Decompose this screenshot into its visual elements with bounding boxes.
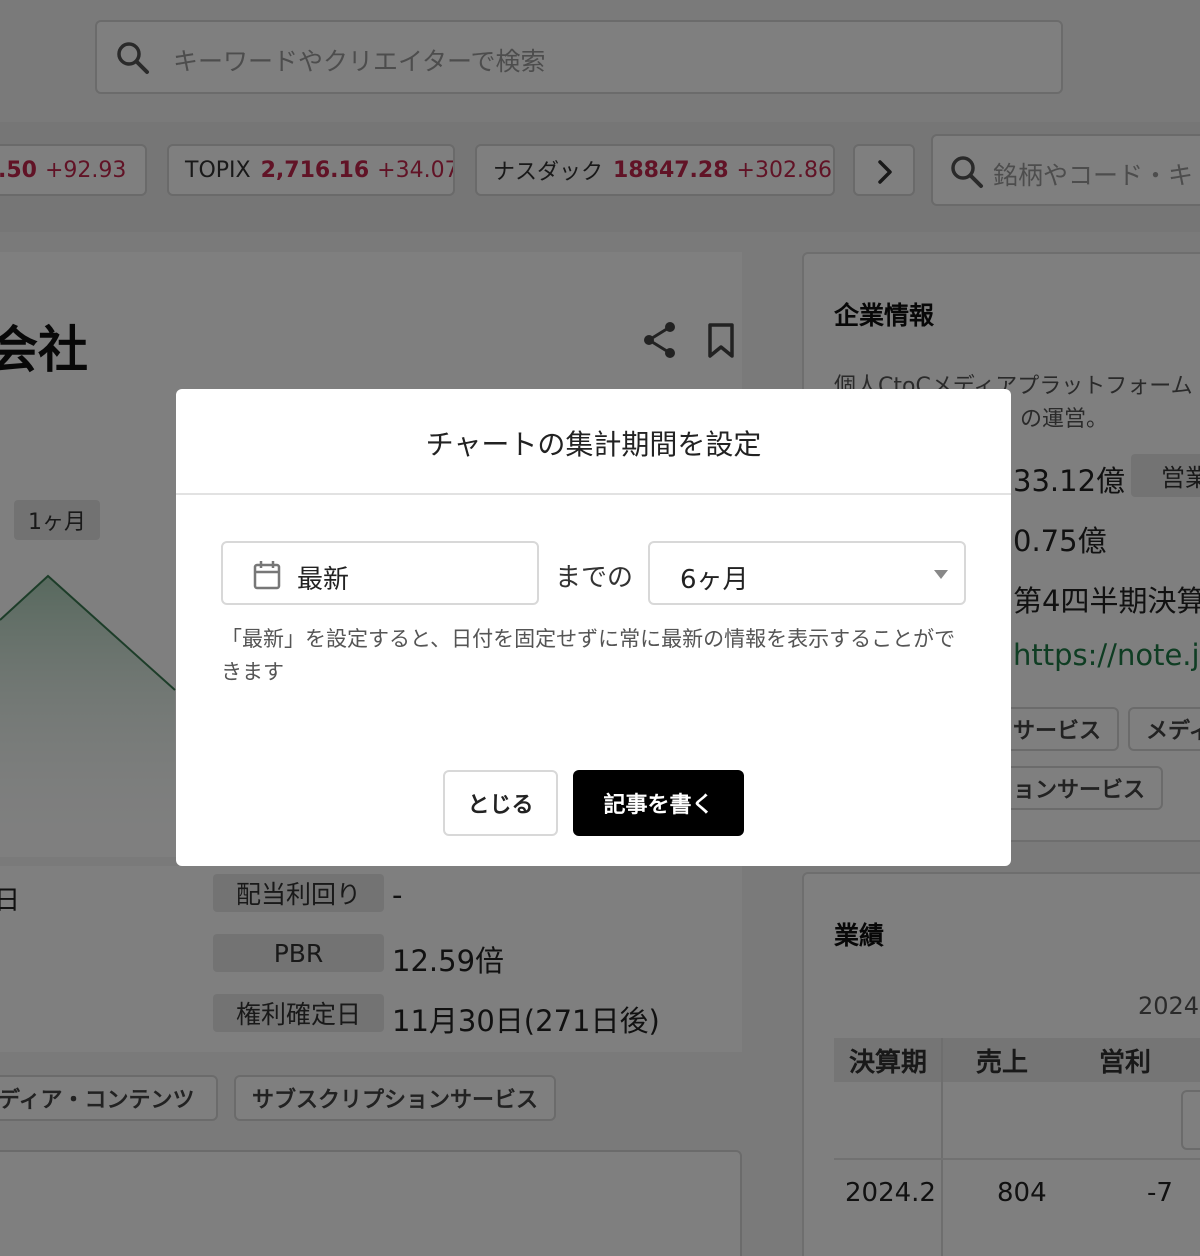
- period-value: 6ヶ月: [680, 565, 749, 595]
- date-picker[interactable]: 最新: [221, 541, 539, 605]
- date-value: 最新: [297, 565, 350, 595]
- calendar-icon: [253, 561, 281, 590]
- close-button[interactable]: とじる: [443, 770, 558, 836]
- until-label: までの: [555, 563, 634, 593]
- write-article-button[interactable]: 記事を書く: [573, 770, 744, 836]
- help-text: 「最新」を設定すると、日付を固定せずに常に最新の情報を表示することができます: [221, 627, 956, 684]
- caret-down-icon: [934, 570, 948, 579]
- period-select[interactable]: 6ヶ月: [648, 541, 966, 605]
- modal-divider: [176, 493, 1011, 495]
- modal-title: チャートの集計期間を設定: [425, 428, 762, 461]
- chart-period-modal: チャートの集計期間を設定 最新 までの 6ヶ月 「最新」を設定すると、日付を固定…: [176, 389, 1011, 866]
